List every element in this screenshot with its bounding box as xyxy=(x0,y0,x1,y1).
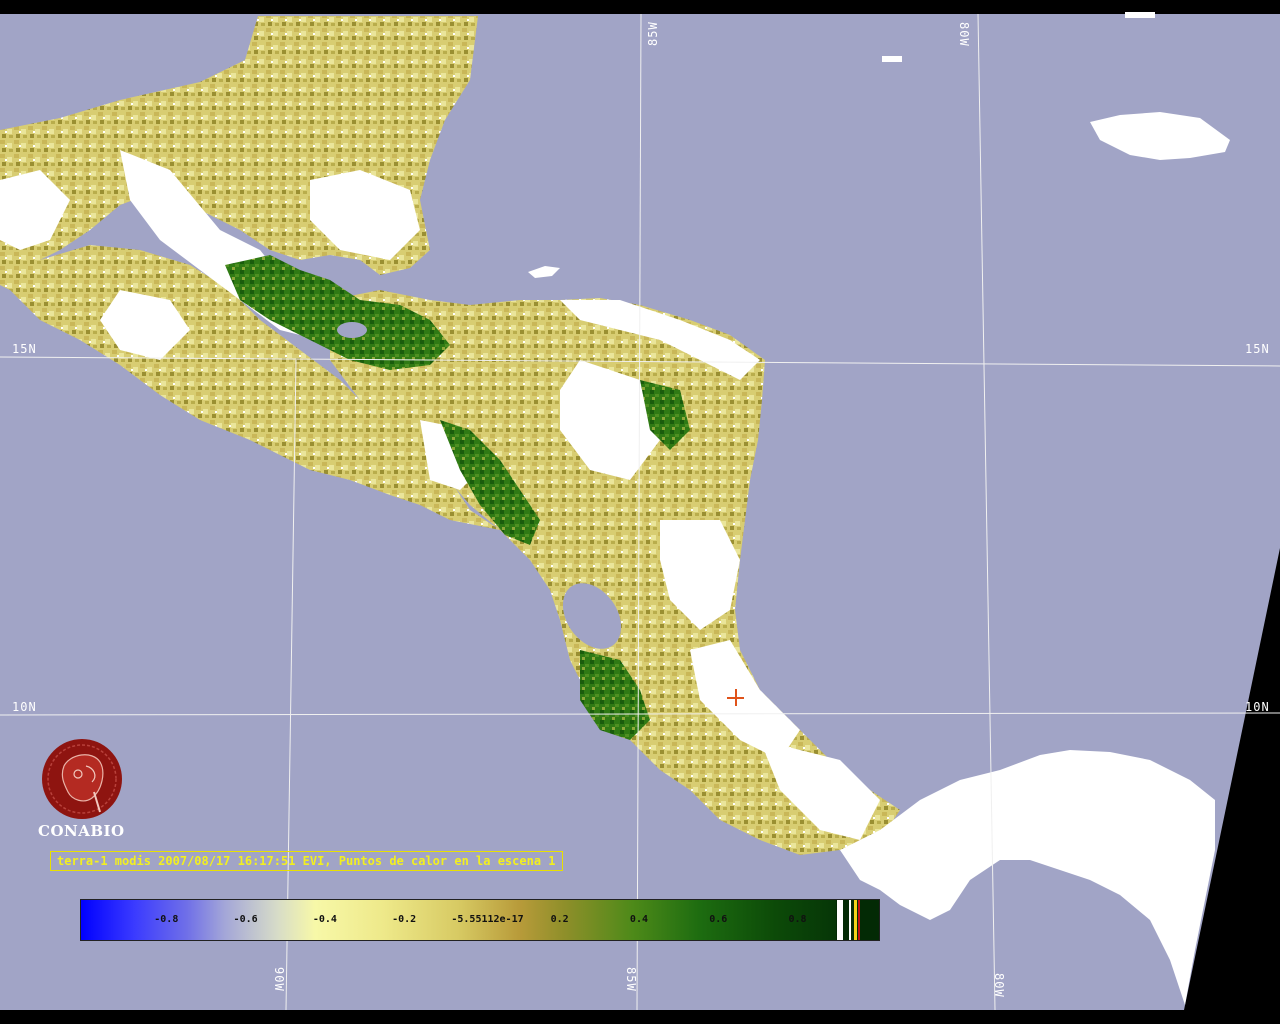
grid-label-80w-bottom: 80W xyxy=(992,973,1006,998)
colorbar-stripe-white xyxy=(837,900,843,940)
hotspot-marker-v xyxy=(735,689,737,706)
evi-colorbar: -0.8 -0.6 -0.4 -0.2 -5.55112e-17 0.2 0.4 0.6 0.8 xyxy=(80,899,880,941)
small-island xyxy=(1125,12,1155,18)
grid-label-90w-bottom: 90W xyxy=(272,967,286,992)
colorbar-tick-label: -5.55112e-17 xyxy=(451,914,524,925)
colorbar-tick-label: -0.6 xyxy=(233,914,258,925)
conabio-macaw-logo-icon xyxy=(42,739,122,819)
colorbar-tick-label: 0.8 xyxy=(788,914,807,925)
colorbar-stripe-white xyxy=(849,900,851,940)
scene-caption: terra-1 modis 2007/08/17 16:17:51 EVI, P… xyxy=(50,851,563,871)
lake-izabal xyxy=(337,322,367,338)
colorbar-stripe-yellow xyxy=(854,900,857,940)
colorbar-tick-label: 0.6 xyxy=(709,914,728,925)
grid-label-80w-top: 80W xyxy=(957,22,971,47)
colorbar-tick-label: 0.2 xyxy=(550,914,569,925)
small-island xyxy=(882,56,902,62)
grid-label-85w-top: 85W xyxy=(646,21,660,46)
colorbar-stripe-red xyxy=(858,900,860,940)
grid-label-85w-bottom: 85W xyxy=(624,967,638,992)
grid-label-15n-right: 15N xyxy=(1245,342,1270,356)
colorbar-tick-label: -0.8 xyxy=(154,914,179,925)
grid-label-10n-left: 10N xyxy=(12,700,37,714)
grid-label-15n-left: 15N xyxy=(12,342,37,356)
colorbar-tick-label: 0.4 xyxy=(629,914,648,925)
colorbar-tick-label: -0.2 xyxy=(392,914,417,925)
colorbar-tick-label: -0.4 xyxy=(312,914,337,925)
grid-label-10n-right: 10N xyxy=(1245,700,1270,714)
conabio-logo-text: CONABIO xyxy=(38,822,125,840)
